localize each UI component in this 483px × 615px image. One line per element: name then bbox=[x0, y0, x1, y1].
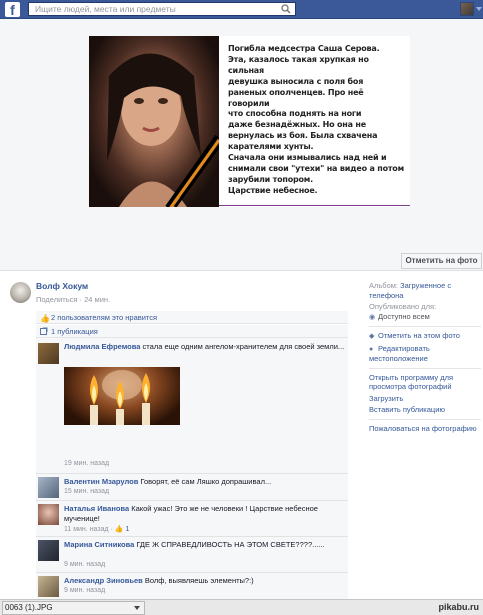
comment-text: Говорят, её сам Ляшко допрашивал... bbox=[140, 477, 272, 486]
candles-drawing bbox=[90, 370, 150, 425]
commenter-name[interactable]: Александр Зиновьев bbox=[64, 576, 143, 585]
photo-stage: Погибла медсестра Саша Серова. Эта, каза… bbox=[0, 19, 483, 271]
share-link[interactable]: Поделиться bbox=[36, 295, 77, 304]
share-icon bbox=[40, 327, 48, 335]
commenter-avatar[interactable] bbox=[38, 576, 59, 597]
commenter-avatar[interactable] bbox=[38, 504, 59, 525]
account-menu-caret-icon[interactable] bbox=[476, 7, 482, 11]
download-filename[interactable]: 0063 (1).JPG bbox=[5, 603, 53, 612]
comment-body: Наталья Иванова Какой ужас! Это же не че… bbox=[64, 504, 346, 524]
search-input[interactable] bbox=[29, 3, 279, 15]
post-time[interactable]: 24 мин. bbox=[84, 295, 110, 304]
profile-avatar[interactable] bbox=[460, 2, 474, 16]
comment-time[interactable]: 9 мин. назад bbox=[64, 587, 105, 594]
tag-photo-button[interactable]: Отметить на фото bbox=[401, 253, 482, 269]
caption-line: вернулась из боя. Была схвачена bbox=[228, 131, 378, 141]
edit-location-link[interactable]: Редактировать местоположение bbox=[369, 344, 430, 364]
commenter-avatar[interactable] bbox=[38, 343, 59, 364]
comment-text: ГДЕ Ж СПРАВЕДЛИВОСТЬ НА ЭТОМ СВЕТЕ????..… bbox=[136, 540, 325, 549]
post-meta: Поделиться · 24 мин. bbox=[36, 295, 110, 304]
comment-time[interactable]: 9 мин. назад bbox=[64, 561, 105, 568]
author-name[interactable]: Волф Хокум bbox=[36, 281, 88, 291]
portrait-drawing bbox=[107, 53, 221, 207]
portrait-image bbox=[89, 36, 221, 207]
tag-photo-link-row[interactable]: ◆ Отметить на этом фото bbox=[369, 331, 481, 342]
comment-body: Людмила Ефремова стала еще одним ангелом… bbox=[64, 342, 346, 352]
download-bar: 0063 (1).JPG pikabu.ru bbox=[0, 599, 483, 615]
divider bbox=[369, 367, 481, 369]
divider bbox=[369, 418, 481, 420]
comment-image[interactable] bbox=[64, 367, 180, 425]
comment-time-row: 11 мин. назад · 👍 1 bbox=[64, 525, 129, 533]
comment-time[interactable]: 11 мин. назад bbox=[64, 526, 109, 533]
published-label: Опубликовано для: bbox=[369, 302, 437, 311]
photo-sidebar: Альбом: Загруженное с телефона Опубликов… bbox=[369, 281, 481, 435]
commenter-name[interactable]: Марина Ситникова bbox=[64, 540, 134, 549]
comment-like-count[interactable]: 1 bbox=[125, 526, 129, 533]
shares-bar[interactable]: 1 публикация bbox=[36, 325, 348, 338]
divider bbox=[369, 326, 481, 327]
caption-line: Погибла медсестра Саша Серова. bbox=[228, 44, 380, 53]
location-pin-icon: ● bbox=[369, 345, 374, 353]
audience-value[interactable]: Доступно всем bbox=[378, 312, 430, 321]
thumbs-up-icon: 👍 bbox=[40, 314, 50, 323]
comment: Александр Зиновьев Волф, выявляешь элеме… bbox=[36, 572, 348, 600]
comment-text: стала еще одним ангелом-хранителем для с… bbox=[142, 342, 345, 351]
commenter-name[interactable]: Людмила Ефремова bbox=[64, 342, 140, 351]
report-photo-link[interactable]: Пожаловаться на фотографию bbox=[369, 424, 481, 434]
search-icon[interactable] bbox=[281, 4, 291, 14]
comment-time[interactable]: 19 мин. назад bbox=[64, 460, 109, 467]
shares-text[interactable]: 1 публикация bbox=[51, 327, 98, 336]
download-menu-caret-icon[interactable] bbox=[134, 606, 140, 610]
download-item[interactable]: 0063 (1).JPG bbox=[2, 601, 145, 615]
album-info: Альбом: Загруженное с телефона bbox=[369, 281, 481, 300]
caption-line: Царствие небесное. bbox=[228, 185, 318, 195]
comment-body: Валентин Мзарулов Говорят, её сам Ляшко … bbox=[64, 477, 346, 487]
caption-line: снимали свои "утехи" на видео а потом bbox=[228, 163, 404, 173]
caption-line: раненых ополченцев. Про неё говорили bbox=[228, 87, 364, 108]
commenter-name[interactable]: Наталья Иванова bbox=[64, 504, 129, 513]
open-viewer-link[interactable]: Открыть программу для просмотра фотограф… bbox=[369, 373, 481, 392]
likes-text[interactable]: 2 пользователям это нравится bbox=[51, 313, 157, 322]
album-label: Альбом: bbox=[369, 281, 398, 290]
author-avatar[interactable] bbox=[10, 282, 31, 303]
top-bar: f bbox=[0, 0, 483, 19]
comment: Людмила Ефремова стала еще одним ангелом… bbox=[36, 338, 348, 473]
caption-line: девушка выносила с поля боя bbox=[228, 76, 364, 86]
likes-bar[interactable]: 👍2 пользователям это нравится bbox=[36, 311, 348, 324]
comment-text: Волф, выявляешь элементы?:) bbox=[144, 576, 254, 585]
tag-icon: ◆ bbox=[369, 333, 375, 340]
comment: Наталья Иванова Какой ужас! Это же не че… bbox=[36, 500, 348, 536]
photo-caption-text: Погибла медсестра Саша Серова. Эта, каза… bbox=[228, 44, 406, 197]
facebook-logo[interactable]: f bbox=[5, 2, 20, 18]
caption-underline bbox=[219, 205, 410, 206]
comment-body: Марина Ситникова ГДЕ Ж СПРАВЕДЛИВОСТЬ НА… bbox=[64, 540, 346, 550]
tag-photo-link[interactable]: Отметить на этом фото bbox=[378, 331, 460, 340]
download-link[interactable]: Загрузить bbox=[369, 394, 481, 404]
caption-line: Сначала они измывались над ней и bbox=[228, 153, 387, 163]
comments-list: Людмила Ефремова стала еще одним ангелом… bbox=[36, 338, 348, 600]
commenter-name[interactable]: Валентин Мзарулов bbox=[64, 477, 138, 486]
caption-line: Эта, казалось такая хрупкая но сильная bbox=[228, 54, 369, 75]
globe-icon: ◉ bbox=[369, 313, 376, 321]
commenter-avatar[interactable] bbox=[38, 477, 59, 498]
embed-post-link[interactable]: Вставить публикацию bbox=[369, 405, 481, 415]
comment-time[interactable]: 15 мин. назад bbox=[64, 488, 109, 495]
like-icon[interactable]: 👍 bbox=[115, 526, 124, 533]
comment: Марина Ситникова ГДЕ Ж СПРАВЕДЛИВОСТЬ НА… bbox=[36, 536, 348, 572]
caption-line: даже безнадёжных. Но она не bbox=[228, 120, 366, 130]
audience-selector[interactable]: ◉ Доступно всем bbox=[369, 312, 481, 323]
caption-line: зарубили топором. bbox=[228, 174, 313, 184]
caption-line: карателями хунты. bbox=[228, 142, 314, 152]
search-box[interactable] bbox=[28, 2, 296, 16]
comment: Валентин Мзарулов Говорят, её сам Ляшко … bbox=[36, 473, 348, 500]
published-info: Опубликовано для: ◉ Доступно всем bbox=[369, 302, 481, 322]
edit-location-link-row[interactable]: ● Редактировать местоположение bbox=[369, 344, 481, 364]
commenter-avatar[interactable] bbox=[38, 540, 59, 561]
caption-line: что способна поднять на ноги bbox=[228, 109, 362, 119]
comment-body: Александр Зиновьев Волф, выявляешь элеме… bbox=[64, 576, 346, 586]
post-photo[interactable]: Погибла медсестра Саша Серова. Эта, каза… bbox=[89, 36, 410, 207]
pikabu-watermark: pikabu.ru bbox=[438, 602, 479, 612]
